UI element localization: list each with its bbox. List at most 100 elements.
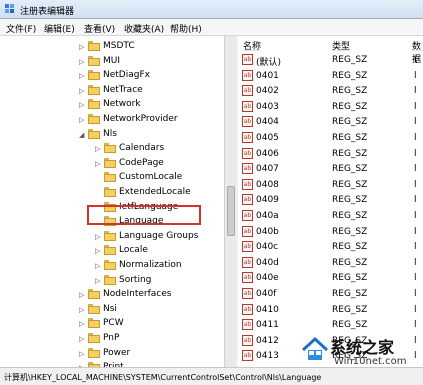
tree-item-normalization[interactable]: ▷ Normalization xyxy=(0,259,224,273)
watermark-subtitle: Win10net.com xyxy=(334,356,407,367)
value-row[interactable]: ab 0405 REG_SZ l xyxy=(238,131,423,145)
menu-file[interactable]: 文件(F) xyxy=(6,22,36,35)
tree-item-calendars[interactable]: ▷ Calendars xyxy=(0,142,224,156)
value-row[interactable]: ab 040c REG_SZ l xyxy=(238,240,423,254)
expand-arrow-icon[interactable]: ▷ xyxy=(79,335,85,343)
menu-view[interactable]: 查看(V) xyxy=(84,22,115,35)
menu-help[interactable]: 帮助(H) xyxy=(170,22,202,35)
value-row[interactable]: ab 0404 REG_SZ l xyxy=(238,115,423,129)
value-data: l xyxy=(414,70,417,81)
tree-item-codepage[interactable]: ▷ CodePage xyxy=(0,157,224,171)
tree-item-networkprovider[interactable]: ▷ NetworkProvider xyxy=(0,113,224,127)
tree-item-language-groups[interactable]: ▷ Language Groups xyxy=(0,230,224,244)
tree-item-label: Network xyxy=(103,99,141,110)
expand-arrow-icon[interactable]: ▷ xyxy=(79,291,85,299)
value-type: REG_SZ xyxy=(332,55,368,65)
scrollbar-thumb[interactable] xyxy=(227,186,235,236)
expand-arrow-icon[interactable]: ▷ xyxy=(95,247,101,255)
expand-arrow-icon[interactable]: ▷ xyxy=(79,43,85,51)
menu-edit[interactable]: 编辑(E) xyxy=(44,22,75,35)
expand-arrow-icon[interactable]: ▷ xyxy=(79,320,85,328)
tree-item-netdiagfx[interactable]: ▷ NetDiagFx xyxy=(0,69,224,83)
column-header-name[interactable]: 名称 xyxy=(243,36,262,52)
value-row[interactable]: ab (默认) REG_SZ ( xyxy=(238,53,423,68)
tree-scrollbar[interactable] xyxy=(224,36,236,367)
menu-favorites[interactable]: 收藏夹(A) xyxy=(124,22,164,35)
tree-item-label: NetworkProvider xyxy=(103,114,178,124)
tree-item-label: Power xyxy=(103,347,131,358)
value-row[interactable]: ab 040d REG_SZ l xyxy=(238,256,423,270)
folder-icon xyxy=(88,55,100,66)
value-data: l xyxy=(414,320,417,331)
folder-icon xyxy=(88,303,100,314)
tree-item-pcw[interactable]: ▷ PCW xyxy=(0,317,224,331)
value-type: REG_SZ xyxy=(332,320,368,331)
expand-arrow-icon[interactable]: ▷ xyxy=(95,233,101,241)
tree-item-label: Normalization xyxy=(119,260,182,270)
tree-item-msdtc[interactable]: ▷ MSDTC xyxy=(0,40,224,54)
expand-arrow-icon[interactable]: ▷ xyxy=(79,87,85,95)
value-data: l xyxy=(414,257,417,268)
folder-icon xyxy=(88,333,100,343)
tree-item-label: Language Groups xyxy=(119,230,199,241)
expand-arrow-icon[interactable]: ▷ xyxy=(95,277,101,285)
tree-item-sorting[interactable]: ▷ Sorting xyxy=(0,274,224,288)
expand-arrow-icon[interactable]: ▷ xyxy=(79,306,85,314)
string-value-icon: ab xyxy=(242,319,253,331)
value-name: 0412 xyxy=(256,335,279,346)
expand-arrow-icon[interactable]: ▷ xyxy=(79,350,85,358)
highlight-box xyxy=(87,205,201,225)
value-row[interactable]: ab 0407 REG_SZ l xyxy=(238,162,423,176)
string-value-icon: ab xyxy=(242,163,253,175)
expand-arrow-icon[interactable]: ▷ xyxy=(79,58,85,66)
watermark-title: 系统之家 xyxy=(330,338,395,357)
title-bar: 注册表编辑器 xyxy=(0,0,423,19)
folder-icon xyxy=(88,70,100,81)
folder-icon xyxy=(104,260,116,270)
tree-item-network[interactable]: ▷ Network xyxy=(0,98,224,112)
tree-item-locale[interactable]: ▷ Locale xyxy=(0,244,224,258)
value-row[interactable]: ab 0403 REG_SZ l xyxy=(238,100,423,114)
tree-item-nodeinterfaces[interactable]: ▷ NodeInterfaces xyxy=(0,288,224,302)
registry-tree[interactable]: ▷ MSDTC ▷ MUI ▷ NetDiagFx ▷ NetTrace ▷ Network ▷ Ne… xyxy=(0,36,236,367)
collapse-arrow-icon[interactable]: ◢ xyxy=(79,131,85,139)
value-row[interactable]: ab 0409 REG_SZ l xyxy=(238,193,423,207)
expand-arrow-icon[interactable]: ▷ xyxy=(79,116,85,124)
column-header-data[interactable]: 数据 xyxy=(412,36,423,65)
value-name: (默认) xyxy=(256,58,282,68)
value-row[interactable]: ab 040e REG_SZ l xyxy=(238,271,423,285)
tree-item-extendedlocale[interactable]: ExtendedLocale xyxy=(0,186,224,200)
tree-item-power[interactable]: ▷ Power xyxy=(0,347,224,361)
values-list[interactable]: 名称 类型 数据 ab (默认) REG_SZ(ab 0401 REG_SZ l ab 040… xyxy=(238,36,423,367)
value-row[interactable]: ab 0401 REG_SZ l xyxy=(238,69,423,83)
tree-item-nsi[interactable]: ▷ Nsi xyxy=(0,303,224,317)
value-row[interactable]: ab 040f REG_SZ l xyxy=(238,287,423,301)
tree-item-nettrace[interactable]: ▷ NetTrace xyxy=(0,84,224,98)
value-row[interactable]: ab 040b REG_SZ l xyxy=(238,225,423,239)
value-name: 040f xyxy=(256,289,277,299)
tree-item-nls[interactable]: ◢ Nls xyxy=(0,128,224,142)
tree-item-mui[interactable]: ▷ MUI xyxy=(0,55,224,69)
expand-arrow-icon[interactable]: ▷ xyxy=(95,160,101,168)
expand-arrow-icon[interactable]: ▷ xyxy=(95,262,101,270)
value-data: l xyxy=(414,242,417,253)
value-type: REG_SZ xyxy=(332,101,368,112)
value-row[interactable]: ab 0402 REG_SZ l xyxy=(238,84,423,98)
string-value-icon: ab xyxy=(242,194,253,206)
tree-item-pnp[interactable]: ▷ PnP xyxy=(0,332,224,346)
expand-arrow-icon[interactable]: ▷ xyxy=(79,101,85,109)
folder-icon xyxy=(88,318,100,329)
house-logo-icon xyxy=(301,336,329,360)
value-row[interactable]: ab 0410 REG_SZ l xyxy=(238,303,423,317)
expand-arrow-icon[interactable]: ▷ xyxy=(79,72,85,80)
tree-item-customlocale[interactable]: CustomLocale xyxy=(0,171,224,185)
value-row[interactable]: ab 0406 REG_SZ l xyxy=(238,147,423,161)
watermark: 系统之家 Win10net.com xyxy=(300,330,423,385)
value-row[interactable]: ab 0408 REG_SZ l xyxy=(238,178,423,192)
expand-arrow-icon[interactable]: ▷ xyxy=(95,145,101,153)
value-name: 0408 xyxy=(256,179,279,190)
column-header-type[interactable]: 类型 xyxy=(332,36,351,52)
value-row[interactable]: ab 040a REG_SZ l xyxy=(238,209,423,223)
value-type: REG_SZ xyxy=(332,195,368,206)
value-name: 0402 xyxy=(256,86,279,97)
